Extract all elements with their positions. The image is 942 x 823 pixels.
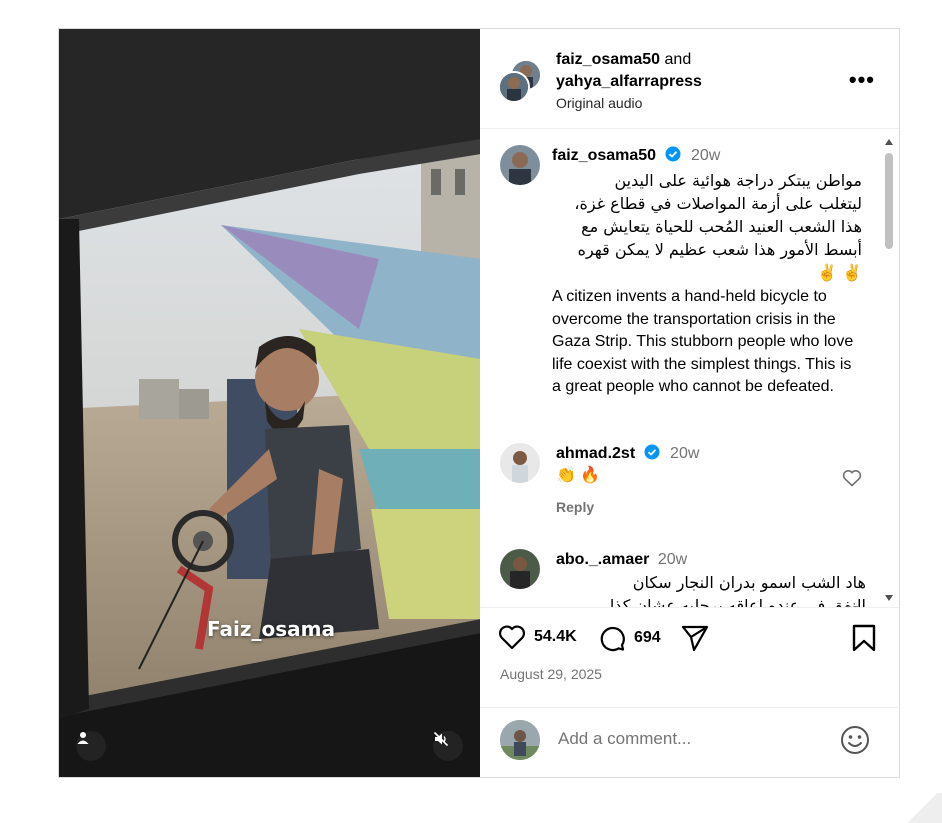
comment-text: 👏 🔥 <box>556 467 601 484</box>
audio-link[interactable]: Original audio <box>556 93 702 113</box>
comment-text-line: النفق في عنده اعاقه برجليه عشان كذا <box>609 596 866 607</box>
video-watermark: Faiz_osama <box>207 617 335 641</box>
comment-username[interactable]: ahmad.2st <box>556 445 635 462</box>
post-header: faiz_osama50 and yahya_alfarrapress Orig… <box>480 29 899 129</box>
video-frame <box>59 29 480 777</box>
share-action[interactable] <box>680 624 710 652</box>
mute-button[interactable] <box>433 731 463 761</box>
caption-username[interactable]: faiz_osama50 <box>552 147 656 164</box>
post-header-text: faiz_osama50 and yahya_alfarrapress Orig… <box>556 49 702 113</box>
comment-time[interactable]: 20w <box>670 445 699 462</box>
avatar[interactable] <box>500 443 540 483</box>
caption-arabic-line: مواطن يبتكر دراجة هوائية على اليدين <box>614 171 862 190</box>
scrollbar[interactable] <box>883 139 895 603</box>
more-options-icon[interactable]: ••• <box>849 67 875 93</box>
tagged-users-button[interactable] <box>76 731 106 761</box>
collab-avatars[interactable] <box>498 59 542 103</box>
caption-arabic-line: أبسط الأمور هذا شعب عظيم لا يمكن قهره <box>577 240 862 259</box>
caption-body: faiz_osama50 20w مواطن يبتكر دراجة هوائي… <box>552 145 862 399</box>
avatar[interactable] <box>500 549 540 589</box>
bookmark-icon[interactable] <box>852 624 876 652</box>
person-icon <box>77 732 89 744</box>
comment-username[interactable]: abo._.amaer <box>556 551 649 568</box>
page-corner-decoration <box>902 793 942 823</box>
collab-user-link[interactable]: yahya_alfarrapress <box>556 73 702 90</box>
collab-user-link[interactable]: faiz_osama50 <box>556 51 660 68</box>
caption-arabic-line: هذا الشعب العنيد المُحب للحياة يتعايش مع <box>581 217 862 236</box>
caption-english: A citizen invents a hand-held bicycle to… <box>552 288 854 395</box>
caption-arabic: مواطن يبتكر دراجة هوائية على اليدين ليتغ… <box>552 169 862 284</box>
comment-body: ahmad.2st 20w 👏 🔥 Reply <box>556 443 866 515</box>
current-user-avatar <box>500 720 540 760</box>
add-comment-bar <box>480 707 900 777</box>
comment-bubble-icon[interactable] <box>598 624 626 652</box>
emoji-picker-icon[interactable] <box>840 725 870 755</box>
scroll-up-arrow-icon[interactable] <box>885 139 893 145</box>
verified-badge-icon <box>665 146 681 162</box>
comments-scroll-area[interactable]: faiz_osama50 20w مواطن يبتكر دراجة هوائي… <box>480 129 899 607</box>
reply-button[interactable]: Reply <box>556 499 866 515</box>
video-player[interactable]: Faiz_osama <box>59 29 480 777</box>
post-date[interactable]: August 29, 2025 <box>500 666 602 682</box>
save-action[interactable] <box>852 624 876 652</box>
post-modal: Faiz_osama faiz_osama50 and yahya_alfarr… <box>58 28 900 778</box>
heart-icon[interactable] <box>498 624 526 650</box>
comment-text-line: هاد الشب اسمو بدران النجار سكان <box>632 573 866 592</box>
caption-arabic-line: ✌️ ✌️ <box>817 263 862 282</box>
comment-time[interactable]: 20w <box>658 551 687 568</box>
post-sidebar: faiz_osama50 and yahya_alfarrapress Orig… <box>480 29 900 777</box>
add-comment-input[interactable] <box>556 728 820 750</box>
avatar[interactable] <box>500 145 540 185</box>
comment-count[interactable]: 694 <box>634 629 661 647</box>
comment-body: abo._.amaer 20w هاد الشب اسمو بدران النج… <box>556 549 866 607</box>
scrollbar-thumb[interactable] <box>885 153 893 249</box>
scroll-down-arrow-icon[interactable] <box>885 595 893 601</box>
comment-action: 694 <box>598 624 661 652</box>
speaker-muted-icon <box>433 731 449 747</box>
and-label: and <box>664 51 692 68</box>
like-comment-icon[interactable] <box>842 469 862 487</box>
caption-time[interactable]: 20w <box>691 147 720 164</box>
share-paper-plane-icon[interactable] <box>680 624 710 652</box>
verified-badge-icon <box>644 444 660 460</box>
like-action: 54.4K <box>498 624 577 650</box>
like-count[interactable]: 54.4K <box>534 628 577 646</box>
avatar <box>498 71 530 103</box>
caption-arabic-line: ليتغلب على أزمة المواصلات في قطاع غزة، <box>574 194 862 213</box>
